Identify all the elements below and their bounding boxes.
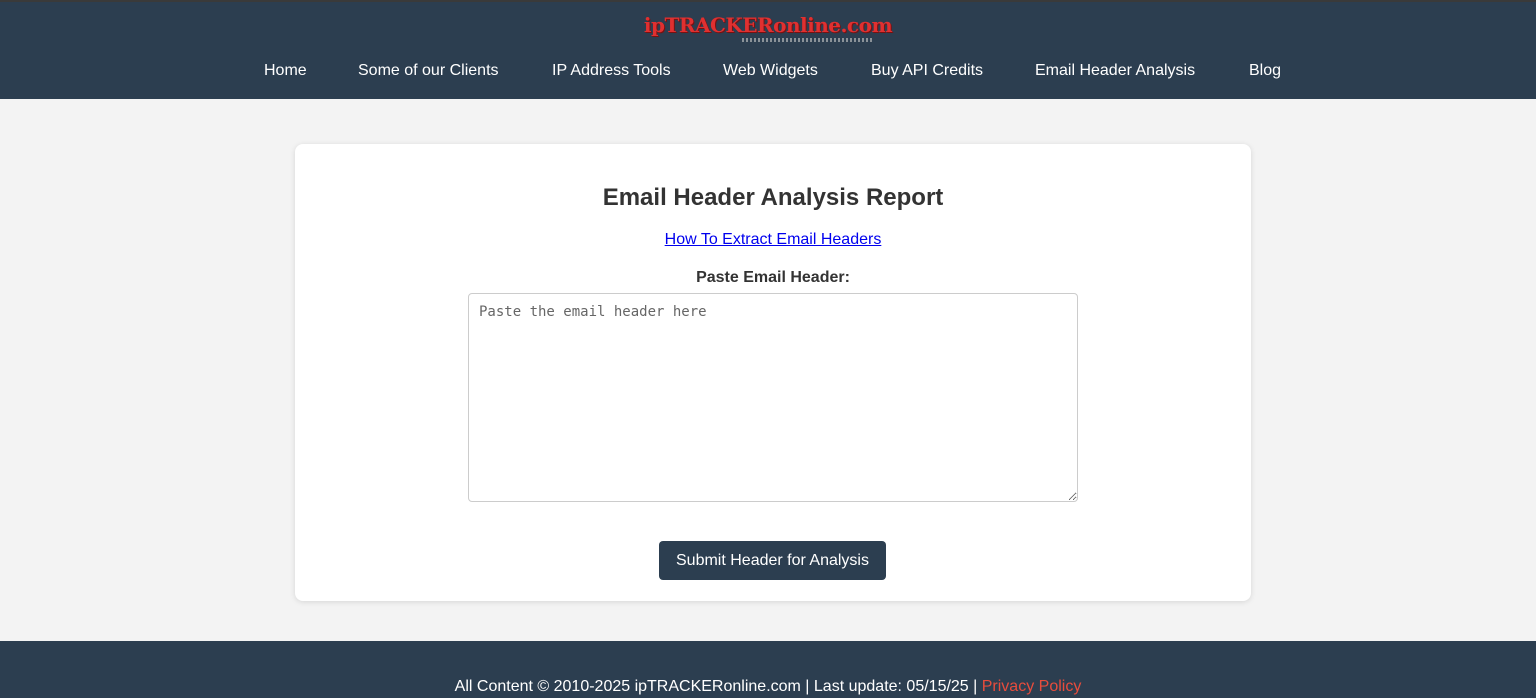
nav-item-clients[interactable]: Some of our Clients [358, 61, 499, 81]
nav-item-home[interactable]: Home [264, 61, 307, 81]
logo-tagline-graphic [742, 38, 872, 42]
nav-item-buy-api-credits[interactable]: Buy API Credits [871, 61, 983, 81]
nav-item-web-widgets[interactable]: Web Widgets [723, 61, 818, 81]
copyright-text: All Content © 2010-2025 ipTRACKERonline.… [454, 678, 982, 695]
submit-header-button[interactable]: Submit Header for Analysis [659, 541, 886, 580]
extract-headers-link[interactable]: How To Extract Email Headers [665, 231, 882, 248]
footer-text: All Content © 2010-2025 ipTRACKERonline.… [0, 678, 1536, 696]
paste-header-label: Paste Email Header: [696, 269, 850, 286]
logo-text[interactable]: ipTRACKERonline.com [644, 13, 893, 37]
analysis-card: Email Header Analysis Report How To Extr… [295, 144, 1251, 601]
nav-item-email-header-analysis[interactable]: Email Header Analysis [1035, 61, 1195, 81]
page-title: Email Header Analysis Report [602, 184, 944, 211]
site-footer: All Content © 2010-2025 ipTRACKERonline.… [0, 641, 1536, 698]
nav-item-blog[interactable]: Blog [1249, 61, 1281, 81]
site-header: ipTRACKERonline.com Home Some of our Cli… [0, 0, 1536, 99]
email-header-textarea[interactable] [468, 293, 1078, 502]
site-logo[interactable]: ipTRACKERonline.com [0, 14, 1536, 39]
help-link-wrapper: How To Extract Email Headers [295, 231, 1251, 249]
main-nav: Home Some of our Clients IP Address Tool… [0, 61, 1536, 83]
nav-item-ip-address-tools[interactable]: IP Address Tools [552, 61, 671, 81]
privacy-policy-link[interactable]: Privacy Policy [982, 678, 1082, 695]
